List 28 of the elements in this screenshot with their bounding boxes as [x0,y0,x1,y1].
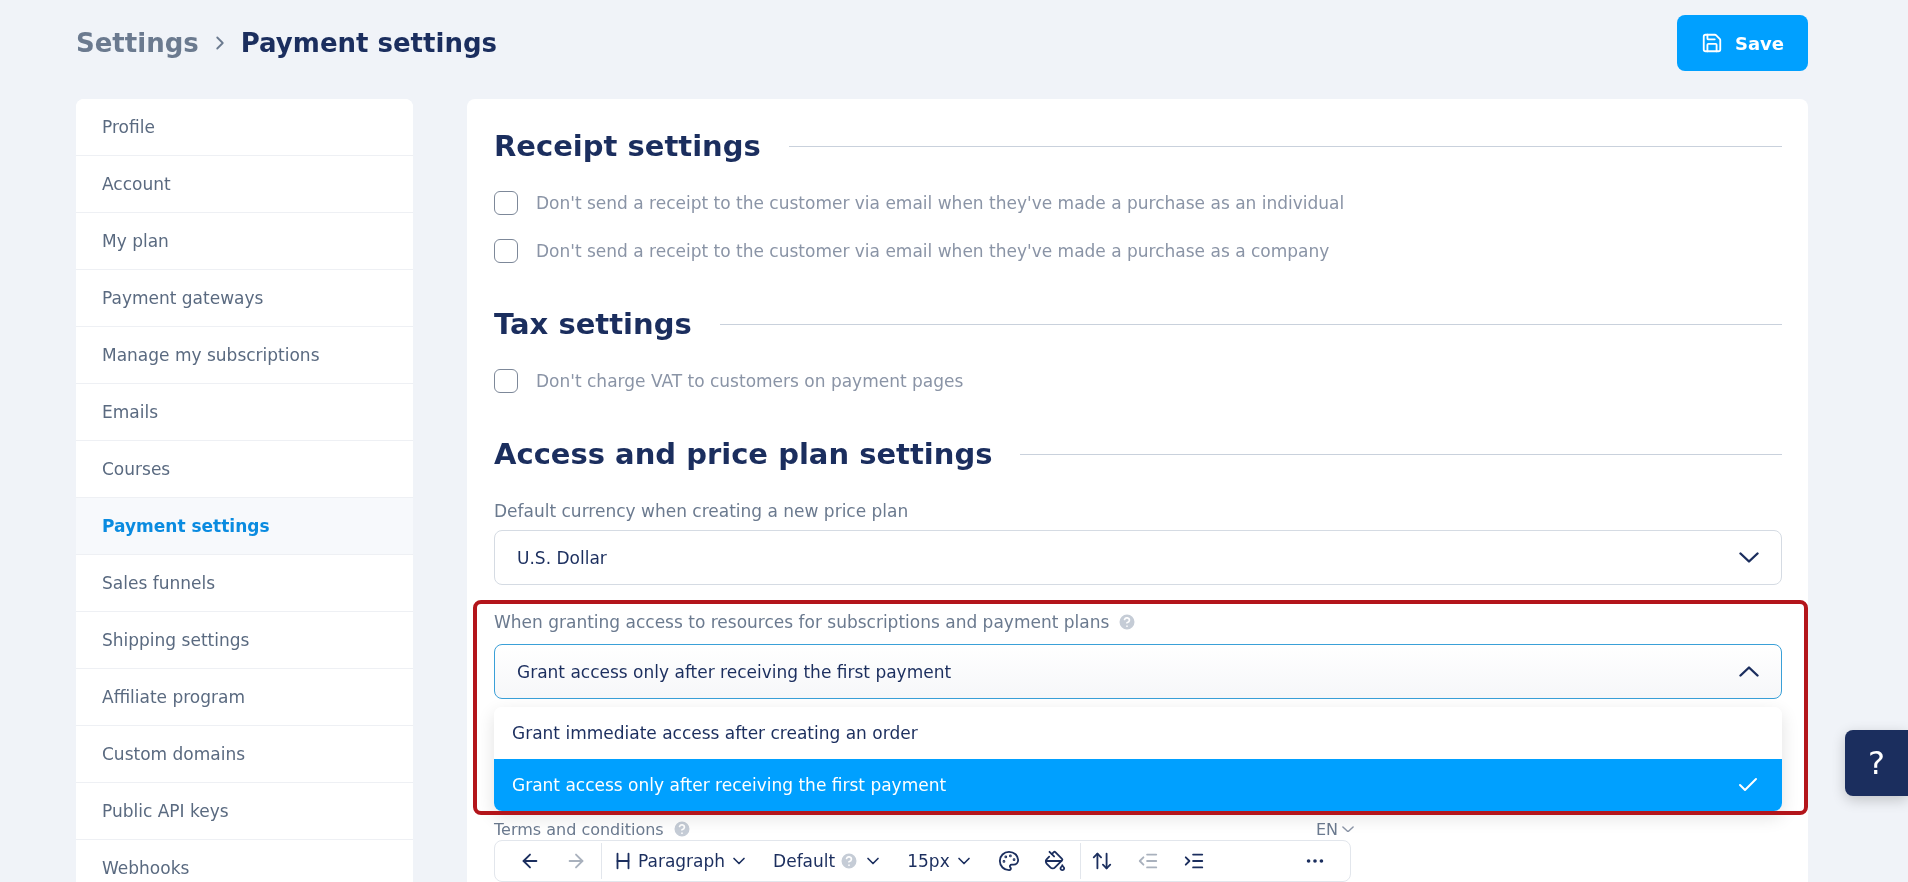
checkbox[interactable] [494,239,518,263]
currency-select[interactable]: U.S. Dollar [494,530,1782,585]
breadcrumb-link[interactable]: Settings [76,28,199,58]
section-heading: Receipt settings [494,129,761,163]
checkbox[interactable] [494,191,518,215]
sidebar-item[interactable]: Profile [76,99,413,156]
section-heading: Tax settings [494,307,692,341]
checkbox-label: Don't send a receipt to the customer via email when they've made a purchase as a company [536,241,1330,261]
chevron-down-icon [1342,825,1354,833]
help-button[interactable]: ? [1845,730,1908,796]
section-heading: Access and price plan settings [494,437,993,471]
dropdown-option[interactable]: Grant immediate access after creating an order [494,707,1782,759]
save-icon [1700,32,1723,54]
access-select[interactable]: Grant access only after receiving the first payment [494,644,1782,699]
checkbox-label: Don't charge VAT to customers on payment pages [536,371,964,391]
sidebar-item[interactable]: Payment settings [76,498,413,555]
field-label: Default currency when creating a new price plan [494,501,909,521]
font-size-dropdown[interactable]: 15px [897,843,984,879]
chevron-up-icon [1739,666,1759,677]
field-label: Terms and conditions [494,819,664,839]
chevron-down-icon [1739,552,1759,563]
page-title: Payment settings [240,28,497,58]
checkbox[interactable] [494,369,518,393]
field-label: When granting access to resources for subscriptions and payment plans [494,612,1110,632]
font-dropdown[interactable]: Default [763,843,894,879]
language-dropdown[interactable]: EN [1315,819,1354,839]
paragraph-style-dropdown[interactable]: Paragraph [601,843,760,879]
checkbox-label: Don't send a receipt to the customer via email when they've made a purchase as an individual [536,193,1345,213]
